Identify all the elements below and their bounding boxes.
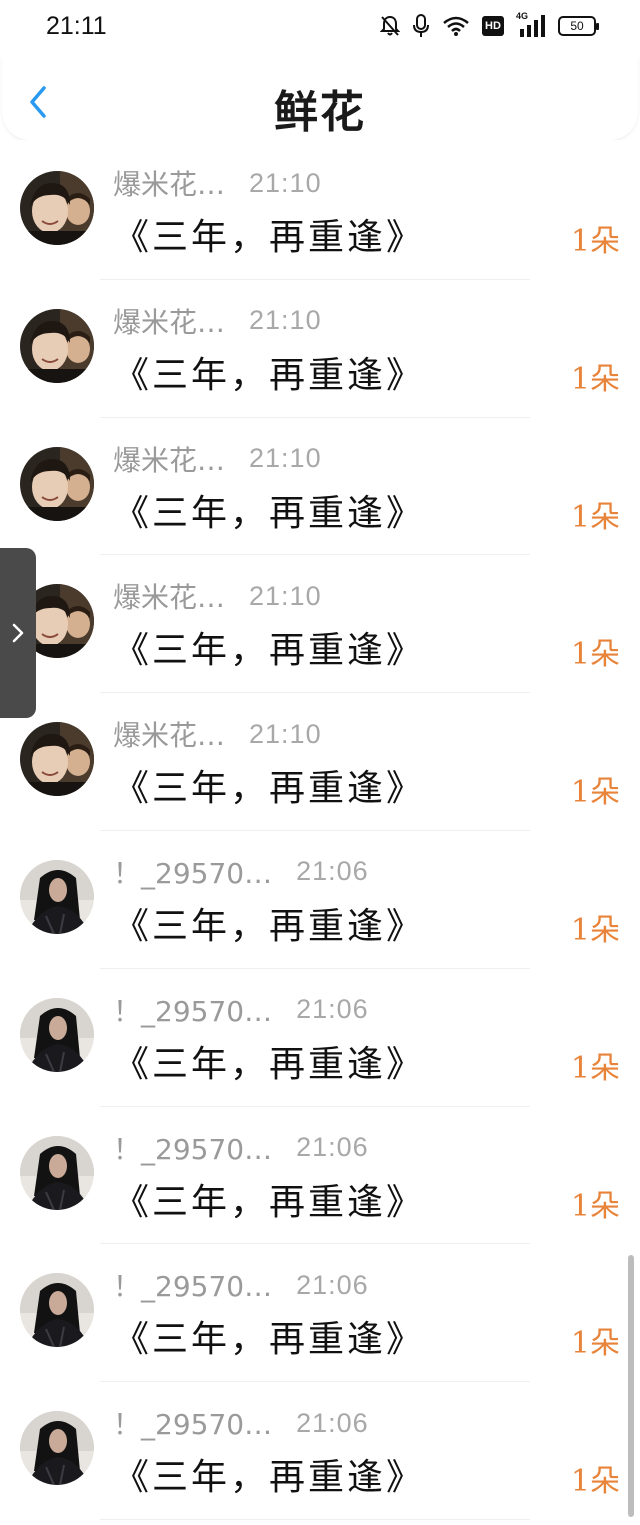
- timestamp: 21:06: [296, 1269, 369, 1300]
- avatar[interactable]: [20, 859, 94, 934]
- sender-name[interactable]: ！_29570…: [113, 990, 272, 1030]
- timestamp: 21:06: [296, 1132, 369, 1163]
- status-icons: HD 4G 50: [380, 11, 599, 38]
- battery-level: 50: [570, 19, 584, 33]
- scrollbar[interactable]: [628, 1255, 634, 1517]
- flower-count: 1朵: [570, 361, 620, 397]
- network-type-label: 4G: [516, 11, 529, 21]
- timestamp: 21:10: [249, 580, 322, 611]
- gift-message: 《三年，再重逢》: [113, 1181, 426, 1223]
- battery-icon: 50: [558, 16, 599, 36]
- flower-count: 1朵: [570, 637, 620, 673]
- list-item[interactable]: ！_29570… 21:06 《三年，再重逢》 1朵: [0, 1107, 640, 1245]
- timestamp: 21:10: [249, 443, 322, 474]
- list-item[interactable]: ！_29570… 21:06 《三年，再重逢》 1朵: [0, 831, 640, 969]
- gift-message: 《三年，再重逢》: [113, 1319, 426, 1361]
- sender-name[interactable]: 爆米花…: [113, 576, 225, 616]
- timestamp: 21:10: [249, 305, 322, 336]
- flower-count: 1朵: [570, 775, 620, 811]
- avatar[interactable]: [20, 722, 94, 797]
- list-item[interactable]: 爆米花… 21:10 《三年，再重逢》 1朵: [0, 142, 640, 280]
- sender-name[interactable]: ！_29570…: [113, 852, 272, 892]
- microphone-icon: [412, 14, 430, 38]
- meta-row: 爆米花… 21:10: [113, 301, 322, 341]
- flower-count: 1朵: [570, 912, 620, 948]
- flower-count: 1朵: [570, 1326, 620, 1362]
- list-item[interactable]: ！_29570… 21:06 《三年，再重逢》 1朵: [0, 1244, 640, 1383]
- gift-list: 爆米花… 21:10 《三年，再重逢》 1朵 爆米花… 21:10 《三年，再重逢》 1朵 …: [0, 142, 640, 1520]
- list-item[interactable]: 爆米花… 21:10 《三年，再重逢》 1朵: [0, 418, 640, 556]
- header: 鲜花: [2, 56, 638, 140]
- flower-count: 1朵: [570, 1050, 620, 1086]
- timestamp: 21:06: [296, 994, 369, 1025]
- avatar[interactable]: [20, 308, 94, 383]
- gift-message: 《三年，再重逢》: [113, 630, 426, 672]
- avatar[interactable]: [20, 997, 94, 1072]
- gift-message: 《三年，再重逢》: [113, 1457, 426, 1499]
- avatar[interactable]: [20, 171, 94, 245]
- gift-message: 《三年，再重逢》: [113, 768, 426, 810]
- meta-row: ！_29570… 21:06: [113, 1128, 369, 1168]
- sender-name[interactable]: ！_29570…: [113, 1265, 272, 1305]
- status-bar: 21:11 HD 4G 50: [0, 0, 640, 56]
- sender-name[interactable]: 爆米花…: [113, 163, 225, 203]
- flower-count: 1朵: [570, 1464, 620, 1500]
- sender-name[interactable]: 爆米花…: [113, 714, 225, 754]
- meta-row: ！_29570… 21:06: [113, 1265, 369, 1305]
- gift-message: 《三年，再重逢》: [113, 492, 426, 534]
- meta-row: 爆米花… 21:10: [113, 714, 322, 754]
- divider: [100, 1518, 530, 1520]
- avatar[interactable]: [20, 446, 94, 521]
- bell-off-icon: [380, 15, 400, 37]
- meta-row: ！_29570… 21:06: [113, 990, 369, 1030]
- list-item[interactable]: ！_29570… 21:06 《三年，再重逢》 1朵: [0, 969, 640, 1107]
- flower-count: 1朵: [570, 224, 620, 259]
- flower-count: 1朵: [570, 499, 620, 535]
- gift-message: 《三年，再重逢》: [113, 354, 426, 396]
- status-time: 21:11: [46, 12, 107, 40]
- flower-count: 1朵: [570, 1188, 620, 1224]
- gift-message: 《三年，再重逢》: [113, 1043, 426, 1085]
- hd-icon: HD: [482, 16, 504, 36]
- list-item[interactable]: 爆米花… 21:10 《三年，再重逢》 1朵: [0, 555, 640, 694]
- signal-icon: 4G: [516, 11, 546, 37]
- side-drawer-tab[interactable]: [0, 548, 36, 718]
- list-item[interactable]: ！_29570… 21:06 《三年，再重逢》 1朵: [0, 1382, 640, 1520]
- timestamp: 21:06: [296, 856, 369, 887]
- sender-name[interactable]: ！_29570…: [113, 1128, 272, 1168]
- avatar[interactable]: [20, 1273, 94, 1348]
- gift-message: 《三年，再重逢》: [113, 905, 426, 947]
- sender-name[interactable]: ！_29570…: [113, 1403, 272, 1443]
- timestamp: 21:10: [249, 718, 322, 749]
- list-item[interactable]: 爆米花… 21:10 《三年，再重逢》 1朵: [0, 693, 640, 831]
- timestamp: 21:06: [296, 1407, 369, 1438]
- list-item[interactable]: 爆米花… 21:10 《三年，再重逢》 1朵: [0, 280, 640, 418]
- gift-message: 《三年，再重逢》: [113, 217, 426, 258]
- meta-row: ！_29570… 21:06: [113, 852, 369, 892]
- meta-row: ！_29570… 21:06: [113, 1403, 369, 1443]
- avatar[interactable]: [20, 1411, 94, 1486]
- timestamp: 21:10: [249, 167, 322, 198]
- wifi-icon: [442, 15, 470, 37]
- meta-row: 爆米花… 21:10: [113, 163, 322, 203]
- meta-row: 爆米花… 21:10: [113, 576, 322, 616]
- avatar[interactable]: [20, 1135, 94, 1210]
- sender-name[interactable]: 爆米花…: [113, 439, 225, 479]
- chevron-right-icon: [12, 623, 24, 643]
- sender-name[interactable]: 爆米花…: [113, 301, 225, 341]
- page-title: 鲜花: [274, 87, 366, 138]
- meta-row: 爆米花… 21:10: [113, 439, 322, 479]
